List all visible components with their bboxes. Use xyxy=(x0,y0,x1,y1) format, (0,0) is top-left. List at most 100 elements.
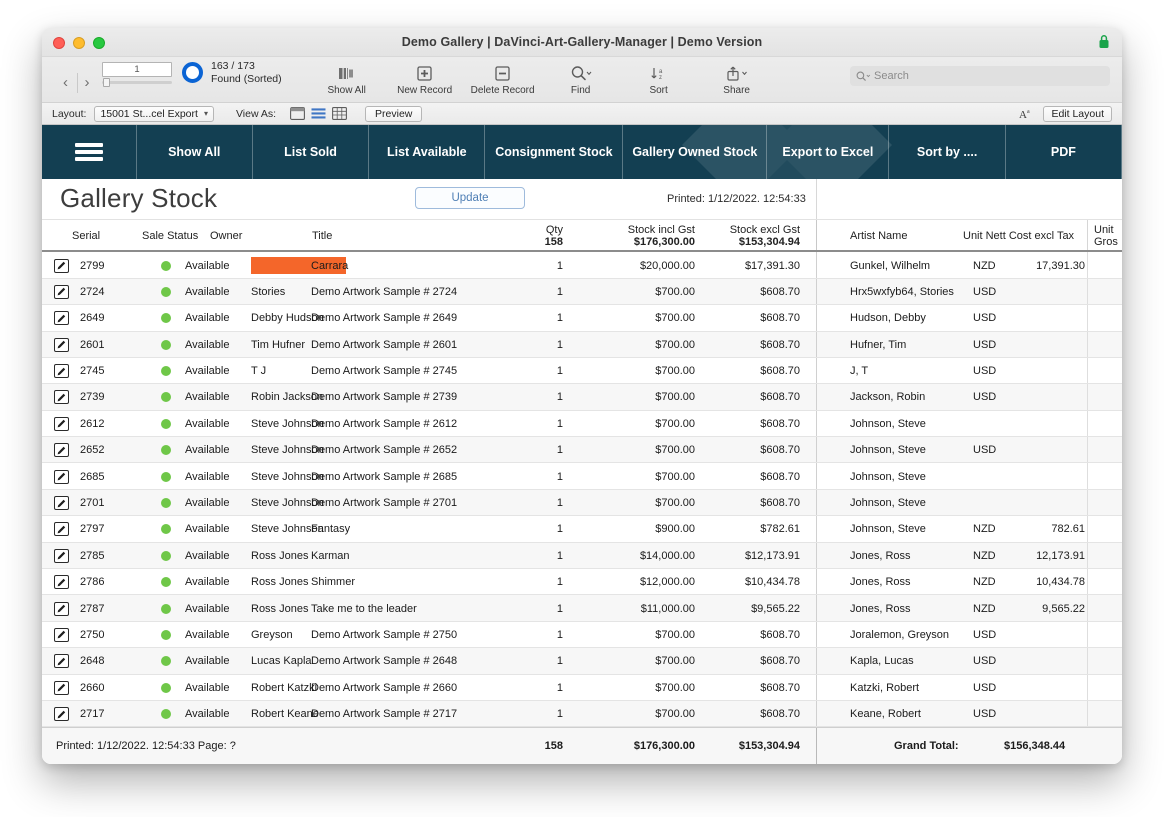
nav-item-export-to-excel[interactable]: Export to Excel xyxy=(767,125,889,179)
table-row[interactable]: 2649AvailableDebby HudsonDemo Artwork Sa… xyxy=(42,305,1122,331)
nav-item-gallery-owned-stock[interactable]: Gallery Owned Stock xyxy=(623,125,767,179)
find-button[interactable]: Find xyxy=(542,57,620,103)
col-artist-name[interactable]: Artist Name xyxy=(850,230,907,242)
nav-item-pdf[interactable]: PDF xyxy=(1006,125,1122,179)
nav-item-list-available[interactable]: List Available xyxy=(369,125,485,179)
edit-record-button[interactable] xyxy=(54,490,72,516)
cell-title[interactable]: Demo Artwork Sample # 2717 xyxy=(311,701,531,727)
edit-record-button[interactable] xyxy=(54,358,72,384)
col-unit-gross-line2[interactable]: Gros xyxy=(1094,236,1118,248)
edit-record-button[interactable] xyxy=(54,569,72,595)
edit-layout-button[interactable]: Edit Layout xyxy=(1043,106,1112,122)
edit-record-button[interactable] xyxy=(54,437,72,463)
col-qty[interactable]: Qty xyxy=(523,224,563,236)
update-button[interactable]: Update xyxy=(415,187,525,209)
col-unit-nett-cost[interactable]: Unit Nett Cost excl Tax xyxy=(963,230,1074,242)
edit-record-button[interactable] xyxy=(54,305,72,331)
cell-title[interactable]: Demo Artwork Sample # 2724 xyxy=(311,279,531,305)
search-input[interactable]: Search xyxy=(850,66,1110,86)
cell-title[interactable]: Carrara xyxy=(311,252,531,278)
cell-title[interactable]: Demo Artwork Sample # 2739 xyxy=(311,384,531,410)
cell-title[interactable]: Demo Artwork Sample # 2601 xyxy=(311,332,531,358)
col-title[interactable]: Title xyxy=(312,230,332,242)
table-row[interactable]: 2745AvailableT JDemo Artwork Sample # 27… xyxy=(42,358,1122,384)
table-row[interactable]: 2786AvailableRoss JonesShimmer1$12,000.0… xyxy=(42,569,1122,595)
delete-record-button[interactable]: Delete Record xyxy=(464,57,542,103)
cell-title[interactable]: Take me to the leader xyxy=(311,595,531,621)
edit-record-button[interactable] xyxy=(54,701,72,727)
edit-record-button[interactable] xyxy=(54,648,72,674)
edit-record-button[interactable] xyxy=(54,411,72,437)
record-number-input[interactable]: 1 xyxy=(102,62,172,77)
table-row[interactable]: 2724AvailableStoriesDemo Artwork Sample … xyxy=(42,279,1122,305)
col-stock-incl-gst[interactable]: Stock incl Gst xyxy=(577,224,695,236)
sort-button[interactable]: a z Sort xyxy=(620,57,698,103)
cell-title[interactable]: Fantasy xyxy=(311,516,531,542)
table-row[interactable]: 2701AvailableSteve JohnsonDemo Artwork S… xyxy=(42,490,1122,516)
cell-title[interactable]: Shimmer xyxy=(311,569,531,595)
edit-record-button[interactable] xyxy=(54,595,72,621)
table-row[interactable]: 2799AvailableCarrara1$20,000.00$17,391.3… xyxy=(42,252,1122,278)
col-serial[interactable]: Serial xyxy=(72,230,100,242)
cell-serial: 2660 xyxy=(80,675,124,701)
cell-title[interactable]: Demo Artwork Sample # 2750 xyxy=(311,622,531,648)
pencil-icon xyxy=(54,549,69,563)
col-unit-gross-line1[interactable]: Unit xyxy=(1094,224,1114,236)
table-row[interactable]: 2685AvailableSteve JohnsonDemo Artwork S… xyxy=(42,463,1122,489)
cell-title[interactable]: Demo Artwork Sample # 2685 xyxy=(311,463,531,489)
edit-record-button[interactable] xyxy=(54,463,72,489)
list-view-icon[interactable] xyxy=(311,107,326,120)
cell-title[interactable]: Demo Artwork Sample # 2660 xyxy=(311,675,531,701)
table-row[interactable]: 2652AvailableSteve JohnsonDemo Artwork S… xyxy=(42,437,1122,463)
table-view-icon[interactable] xyxy=(332,107,347,120)
edit-record-button[interactable] xyxy=(54,279,72,305)
record-slider[interactable] xyxy=(102,78,172,87)
edit-record-button[interactable] xyxy=(54,622,72,648)
cell-title[interactable]: Demo Artwork Sample # 2652 xyxy=(311,437,531,463)
table-row[interactable]: 2601AvailableTim HufnerDemo Artwork Samp… xyxy=(42,332,1122,358)
col-owner[interactable]: Owner xyxy=(210,230,242,242)
table-row[interactable]: 2660AvailableRobert KatzkiDemo Artwork S… xyxy=(42,675,1122,701)
row-column-divider-2 xyxy=(1087,358,1088,383)
nav-item-sort-by[interactable]: Sort by .... xyxy=(889,125,1005,179)
show-all-button[interactable]: Show All xyxy=(308,57,386,103)
table-row[interactable]: 2648AvailableLucas KaplaDemo Artwork Sam… xyxy=(42,648,1122,674)
table-row[interactable]: 2787AvailableRoss JonesTake me to the le… xyxy=(42,595,1122,621)
next-record-button[interactable]: › xyxy=(77,73,96,93)
col-sale-status[interactable]: Sale Status xyxy=(142,230,198,242)
nav-item-list-sold[interactable]: List Sold xyxy=(253,125,369,179)
hamburger-menu-button[interactable] xyxy=(42,125,137,179)
share-button[interactable]: Share xyxy=(698,57,776,103)
table-row[interactable]: 2717AvailableRobert KeaneDemo Artwork Sa… xyxy=(42,701,1122,727)
edit-record-button[interactable] xyxy=(54,384,72,410)
cell-artist-name: Johnson, Steve xyxy=(850,516,965,542)
edit-record-button[interactable] xyxy=(54,252,72,278)
text-size-icon[interactable]: A a xyxy=(1019,107,1034,120)
cell-title[interactable]: Demo Artwork Sample # 2648 xyxy=(311,648,531,674)
table-row[interactable]: 2785AvailableRoss JonesKarman1$14,000.00… xyxy=(42,543,1122,569)
edit-record-button[interactable] xyxy=(54,543,72,569)
edit-record-button[interactable] xyxy=(54,332,72,358)
table-row[interactable]: 2739AvailableRobin JacksonDemo Artwork S… xyxy=(42,384,1122,410)
previous-record-button[interactable]: ‹ xyxy=(56,73,75,93)
cell-title[interactable]: Demo Artwork Sample # 2649 xyxy=(311,305,531,331)
cell-qty: 1 xyxy=(523,411,563,437)
table-row[interactable]: 2750AvailableGreysonDemo Artwork Sample … xyxy=(42,622,1122,648)
cell-title[interactable]: Demo Artwork Sample # 2745 xyxy=(311,358,531,384)
table-row[interactable]: 2797AvailableSteve JohnsonFantasy1$900.0… xyxy=(42,516,1122,542)
nav-item-consignment-stock[interactable]: Consignment Stock xyxy=(485,125,623,179)
cell-title[interactable]: Demo Artwork Sample # 2701 xyxy=(311,490,531,516)
nav-item-show-all[interactable]: Show All xyxy=(137,125,253,179)
preview-button[interactable]: Preview xyxy=(365,106,422,122)
cell-title[interactable]: Karman xyxy=(311,543,531,569)
cell-title[interactable]: Demo Artwork Sample # 2612 xyxy=(311,411,531,437)
new-record-button[interactable]: New Record xyxy=(386,57,464,103)
col-stock-excl-gst[interactable]: Stock excl Gst xyxy=(682,224,800,236)
edit-record-button[interactable] xyxy=(54,516,72,542)
form-view-icon[interactable] xyxy=(290,107,305,120)
table-row[interactable]: 2612AvailableSteve JohnsonDemo Artwork S… xyxy=(42,411,1122,437)
lock-icon[interactable] xyxy=(1098,34,1110,49)
edit-record-button[interactable] xyxy=(54,675,72,701)
layout-select[interactable]: 15001 St...cel Export ▾ xyxy=(94,106,214,122)
record-slider-thumb[interactable] xyxy=(103,78,110,87)
